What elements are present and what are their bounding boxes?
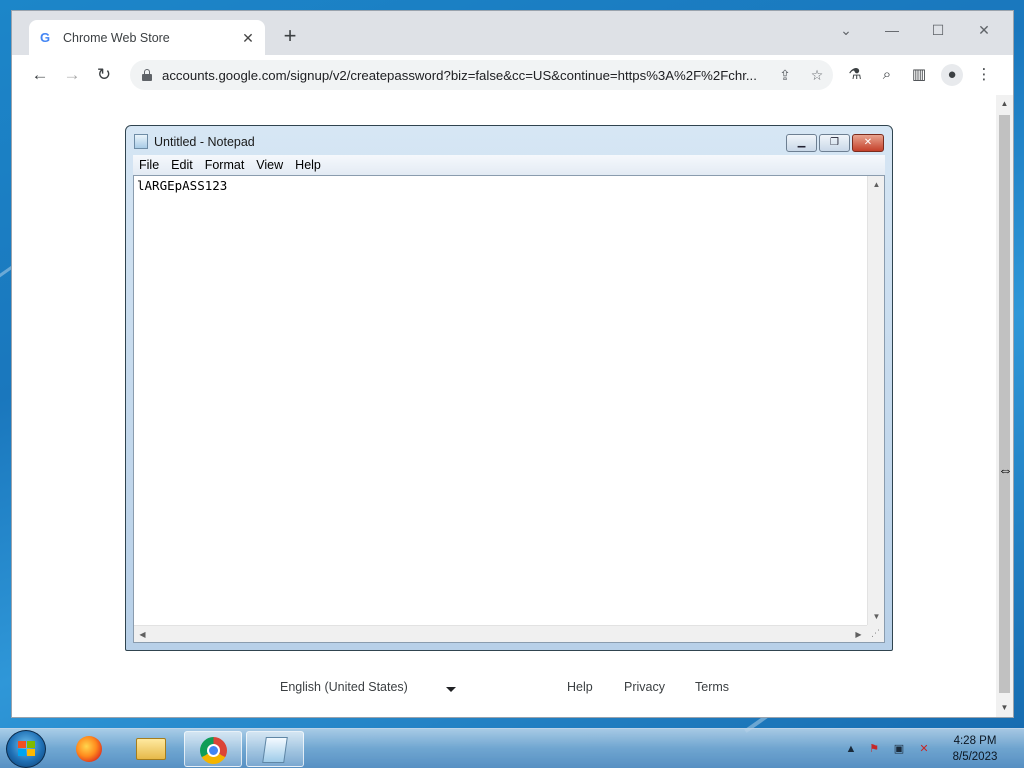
menu-view[interactable]: View	[250, 158, 289, 172]
notepad-maximize-button[interactable]: ❐	[819, 134, 850, 152]
menu-kebab-icon[interactable]: ⋮	[973, 64, 995, 86]
footer-help-link[interactable]: Help	[567, 680, 593, 694]
taskbar-notepad[interactable]	[246, 731, 304, 767]
notepad-vertical-scrollbar[interactable]: ▲ ▼	[867, 176, 884, 625]
url-text[interactable]: accounts.google.com/signup/v2/createpass…	[162, 68, 762, 83]
menu-format[interactable]: Format	[199, 158, 251, 172]
notepad-content[interactable]: lARGEpASS123	[137, 178, 227, 193]
scroll-down-icon[interactable]: ▼	[868, 608, 885, 625]
side-panel-icon[interactable]: ▥	[908, 64, 930, 86]
windows-logo-icon	[18, 741, 36, 757]
taskbar-chrome[interactable]	[184, 731, 242, 767]
notepad-icon	[134, 134, 148, 149]
google-g-icon: G	[40, 30, 51, 45]
scroll-left-icon[interactable]: ◀	[134, 626, 151, 643]
notepad-icon	[262, 737, 288, 763]
minimize-button[interactable]: —	[872, 17, 912, 43]
browser-toolbar: ← → ↻ accounts.google.com/signup/v2/crea…	[12, 55, 1013, 95]
notepad-title: Untitled - Notepad	[154, 134, 255, 149]
forward-button[interactable]: →	[60, 63, 84, 87]
taskbar-file-explorer[interactable]	[122, 731, 180, 767]
page-scrollbar[interactable]: ▲ ▼	[996, 95, 1013, 717]
share-icon[interactable]: ⇪	[775, 65, 795, 85]
tab-title: Chrome Web Store	[63, 31, 170, 45]
taskbar-firefox[interactable]	[60, 731, 118, 767]
new-tab-button[interactable]: +	[278, 25, 302, 49]
profile-avatar-icon[interactable]: ●	[941, 64, 963, 86]
file-explorer-icon	[136, 738, 166, 760]
menu-help[interactable]: Help	[289, 158, 327, 172]
clock-date: 8/5/2023	[952, 751, 998, 763]
notepad-horizontal-scrollbar[interactable]: ◀ ▶	[134, 625, 867, 642]
show-hidden-icons-icon[interactable]: ▲	[843, 741, 859, 757]
scrollbar-thumb[interactable]	[999, 115, 1010, 693]
scroll-down-icon[interactable]: ▼	[996, 701, 1013, 715]
notepad-close-button[interactable]: ✕	[852, 134, 884, 152]
volume-muted-icon[interactable]: ✕	[916, 741, 932, 757]
menu-edit[interactable]: Edit	[165, 158, 199, 172]
notepad-menubar: File Edit Format View Help	[133, 155, 885, 175]
chrome-icon	[200, 737, 227, 764]
taskbar-clock[interactable]: 4:28 PM 8/5/2023	[940, 733, 1010, 765]
labs-flask-icon[interactable]: ⚗	[844, 64, 866, 86]
bookmark-star-icon[interactable]: ☆	[807, 65, 827, 85]
back-button[interactable]: ←	[28, 63, 52, 87]
notepad-text-area[interactable]: lARGEpASS123 ▲ ▼ ◀ ▶ ⋰	[133, 175, 885, 643]
reload-button[interactable]: ↻	[92, 63, 116, 87]
notepad-window: Untitled - Notepad ▁ ❐ ✕ File Edit Forma…	[125, 125, 893, 651]
lock-icon[interactable]	[142, 69, 152, 81]
close-window-button[interactable]: ✕	[964, 17, 1004, 43]
clock-time: 4:28 PM	[953, 735, 997, 747]
firefox-icon	[76, 736, 102, 762]
footer-terms-link[interactable]: Terms	[695, 680, 729, 694]
address-bar[interactable]: accounts.google.com/signup/v2/createpass…	[130, 60, 833, 90]
scroll-up-icon[interactable]: ▲	[868, 176, 885, 193]
scroll-right-icon[interactable]: ▶	[850, 626, 867, 643]
close-tab-icon[interactable]: ✕	[239, 29, 257, 47]
notepad-titlebar[interactable]: Untitled - Notepad	[134, 134, 255, 149]
maximize-button[interactable]: ☐	[918, 17, 958, 43]
notepad-minimize-button[interactable]: ▁	[786, 134, 817, 152]
scroll-up-icon[interactable]: ▲	[996, 97, 1013, 111]
resize-grip-icon[interactable]: ⋰	[867, 625, 884, 642]
footer-privacy-link[interactable]: Privacy	[624, 680, 665, 694]
taskbar: ▲ ⚑ ▣ ✕ 4:28 PM 8/5/2023	[0, 728, 1024, 768]
resize-cursor-icon: ⇔	[998, 462, 1013, 479]
dropdown-caret-icon[interactable]	[446, 687, 456, 692]
network-icon[interactable]: ▣	[891, 741, 907, 757]
search-icon[interactable]: ⌕	[876, 64, 898, 86]
menu-file[interactable]: File	[133, 158, 165, 172]
tab-search-icon[interactable]: ⌄	[826, 17, 866, 43]
language-selector[interactable]: English (United States)	[280, 680, 408, 694]
tab-strip: G Chrome Web Store ✕ + ⌄ — ☐ ✕	[12, 11, 1013, 56]
start-button[interactable]	[6, 730, 46, 768]
tab-chrome-web-store[interactable]: G Chrome Web Store ✕	[29, 20, 265, 56]
action-center-flag-icon[interactable]: ⚑	[866, 741, 882, 757]
